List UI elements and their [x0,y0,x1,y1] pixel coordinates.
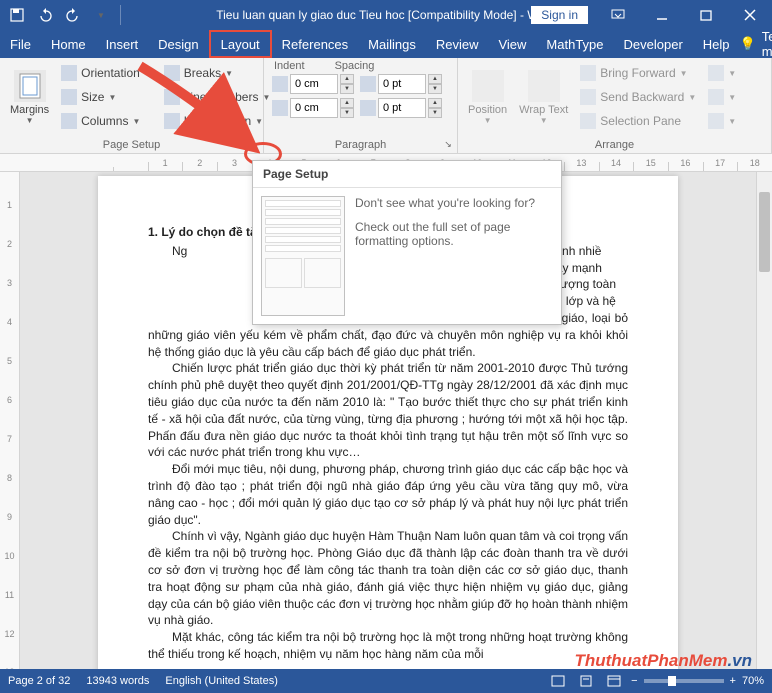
qat-customize-icon[interactable]: ▼ [88,2,114,28]
bring-forward-button: Bring Forward▼ [576,61,700,85]
signin-button[interactable]: Sign in [531,6,588,24]
rotate-button: ▼ [704,109,740,133]
size-icon [61,89,77,105]
status-bar: Page 2 of 32 13943 words English (United… [0,669,772,693]
group-label-page-setup: Page Setup [0,137,263,153]
tab-view[interactable]: View [488,30,536,58]
tab-mailings[interactable]: Mailings [358,30,426,58]
margins-button[interactable]: Margins ▼ [4,61,55,134]
minimize-icon[interactable] [640,0,684,30]
rotate-icon [708,113,724,129]
tellme-icon[interactable]: 💡 [740,36,756,52]
vertical-scrollbar[interactable] [756,172,772,682]
selection-pane-icon [580,113,596,129]
tab-layout[interactable]: Layout [209,30,272,58]
popup-preview-image [261,196,345,316]
margins-icon [14,70,46,102]
tab-references[interactable]: References [272,30,358,58]
position-button: Position▼ [462,61,513,134]
breaks-icon [164,65,180,81]
popup-question: Don't see what you're looking for? [355,196,553,210]
orientation-button[interactable]: Orientation▼ [57,61,156,85]
vertical-ruler[interactable]: 12345678910111213 [0,172,20,682]
selection-pane-button[interactable]: Selection Pane [576,109,700,133]
tellme[interactable]: Tell me [762,29,772,59]
watermark: ThuthuatPhanMem.vn [574,651,752,671]
group-label-arrange: Arrange [458,137,771,153]
indent-right-icon [272,100,288,116]
undo-icon[interactable] [32,2,58,28]
popup-title: Page Setup [253,161,561,188]
wrap-text-button: Wrap Text▼ [513,61,574,134]
group-icon [708,89,724,105]
status-page[interactable]: Page 2 of 32 [8,675,70,687]
hyphenation-button[interactable]: Hyphenation▼ [160,109,275,133]
tab-design[interactable]: Design [148,30,208,58]
spacing-label: Spacing [335,60,375,72]
paragraph-dialog-launcher[interactable]: ↘ [441,137,455,151]
bring-forward-icon [580,65,596,81]
redo-icon[interactable] [60,2,86,28]
indent-left-spinner[interactable]: ▲▼ [272,74,354,94]
title-bar: ▼ Tieu luan quan ly giao duc Tieu hoc [C… [0,0,772,30]
wrap-text-icon [528,70,560,102]
indent-label: Indent [274,60,305,72]
line-numbers-icon [164,89,180,105]
scroll-thumb[interactable] [759,192,770,272]
page-setup-tooltip: Page Setup Don't see what you're looking… [252,160,562,325]
ribbon-options-icon[interactable] [596,0,640,30]
chevron-down-icon: ▼ [26,116,34,125]
tab-file[interactable]: File [0,30,41,58]
web-layout-icon[interactable] [603,672,625,690]
size-button[interactable]: Size▼ [57,85,156,109]
indent-left-icon [272,76,288,92]
status-language[interactable]: English (United States) [165,675,278,687]
window-title: Tieu luan quan ly giao duc Tieu hoc [Com… [216,8,556,22]
page-setup-dialog-launcher[interactable]: ↘ [247,137,261,151]
send-backward-icon [580,89,596,105]
line-numbers-button[interactable]: Line Numbers▼ [160,85,275,109]
align-button: ▼ [704,61,740,85]
orientation-icon [61,65,77,81]
tab-insert[interactable]: Insert [96,30,149,58]
zoom-out-icon[interactable]: − [631,675,637,687]
zoom-level[interactable]: 70% [742,675,764,687]
group-label-paragraph: Paragraph [264,137,457,153]
tab-home[interactable]: Home [41,30,96,58]
send-backward-button: Send Backward▼ [576,85,700,109]
tab-review[interactable]: Review [426,30,489,58]
popup-desc: Check out the full set of page formattin… [355,220,553,248]
spacing-before-spinner[interactable]: ▲▼ [360,74,442,94]
indent-right-spinner[interactable]: ▲▼ [272,98,354,118]
spacing-before-icon [360,76,376,92]
menu-bar: File Home Insert Design Layout Reference… [0,30,772,58]
columns-icon [61,113,77,129]
tab-mathtype[interactable]: MathType [536,30,613,58]
save-icon[interactable] [4,2,30,28]
breaks-button[interactable]: Breaks▼ [160,61,275,85]
read-mode-icon[interactable] [547,672,569,690]
position-icon [472,70,504,102]
tab-developer[interactable]: Developer [614,30,693,58]
spacing-after-spinner[interactable]: ▲▼ [360,98,442,118]
print-layout-icon[interactable] [575,672,597,690]
spacing-after-icon [360,100,376,116]
status-words[interactable]: 13943 words [86,675,149,687]
group-button: ▼ [704,85,740,109]
maximize-icon[interactable] [684,0,728,30]
hyphenation-icon [164,113,180,129]
close-icon[interactable] [728,0,772,30]
zoom-slider[interactable] [644,679,724,683]
ribbon: Margins ▼ Orientation▼ Size▼ Columns▼ Br… [0,58,772,154]
align-icon [708,65,724,81]
zoom-in-icon[interactable]: + [730,675,736,687]
tab-help[interactable]: Help [693,30,740,58]
columns-button[interactable]: Columns▼ [57,109,156,133]
